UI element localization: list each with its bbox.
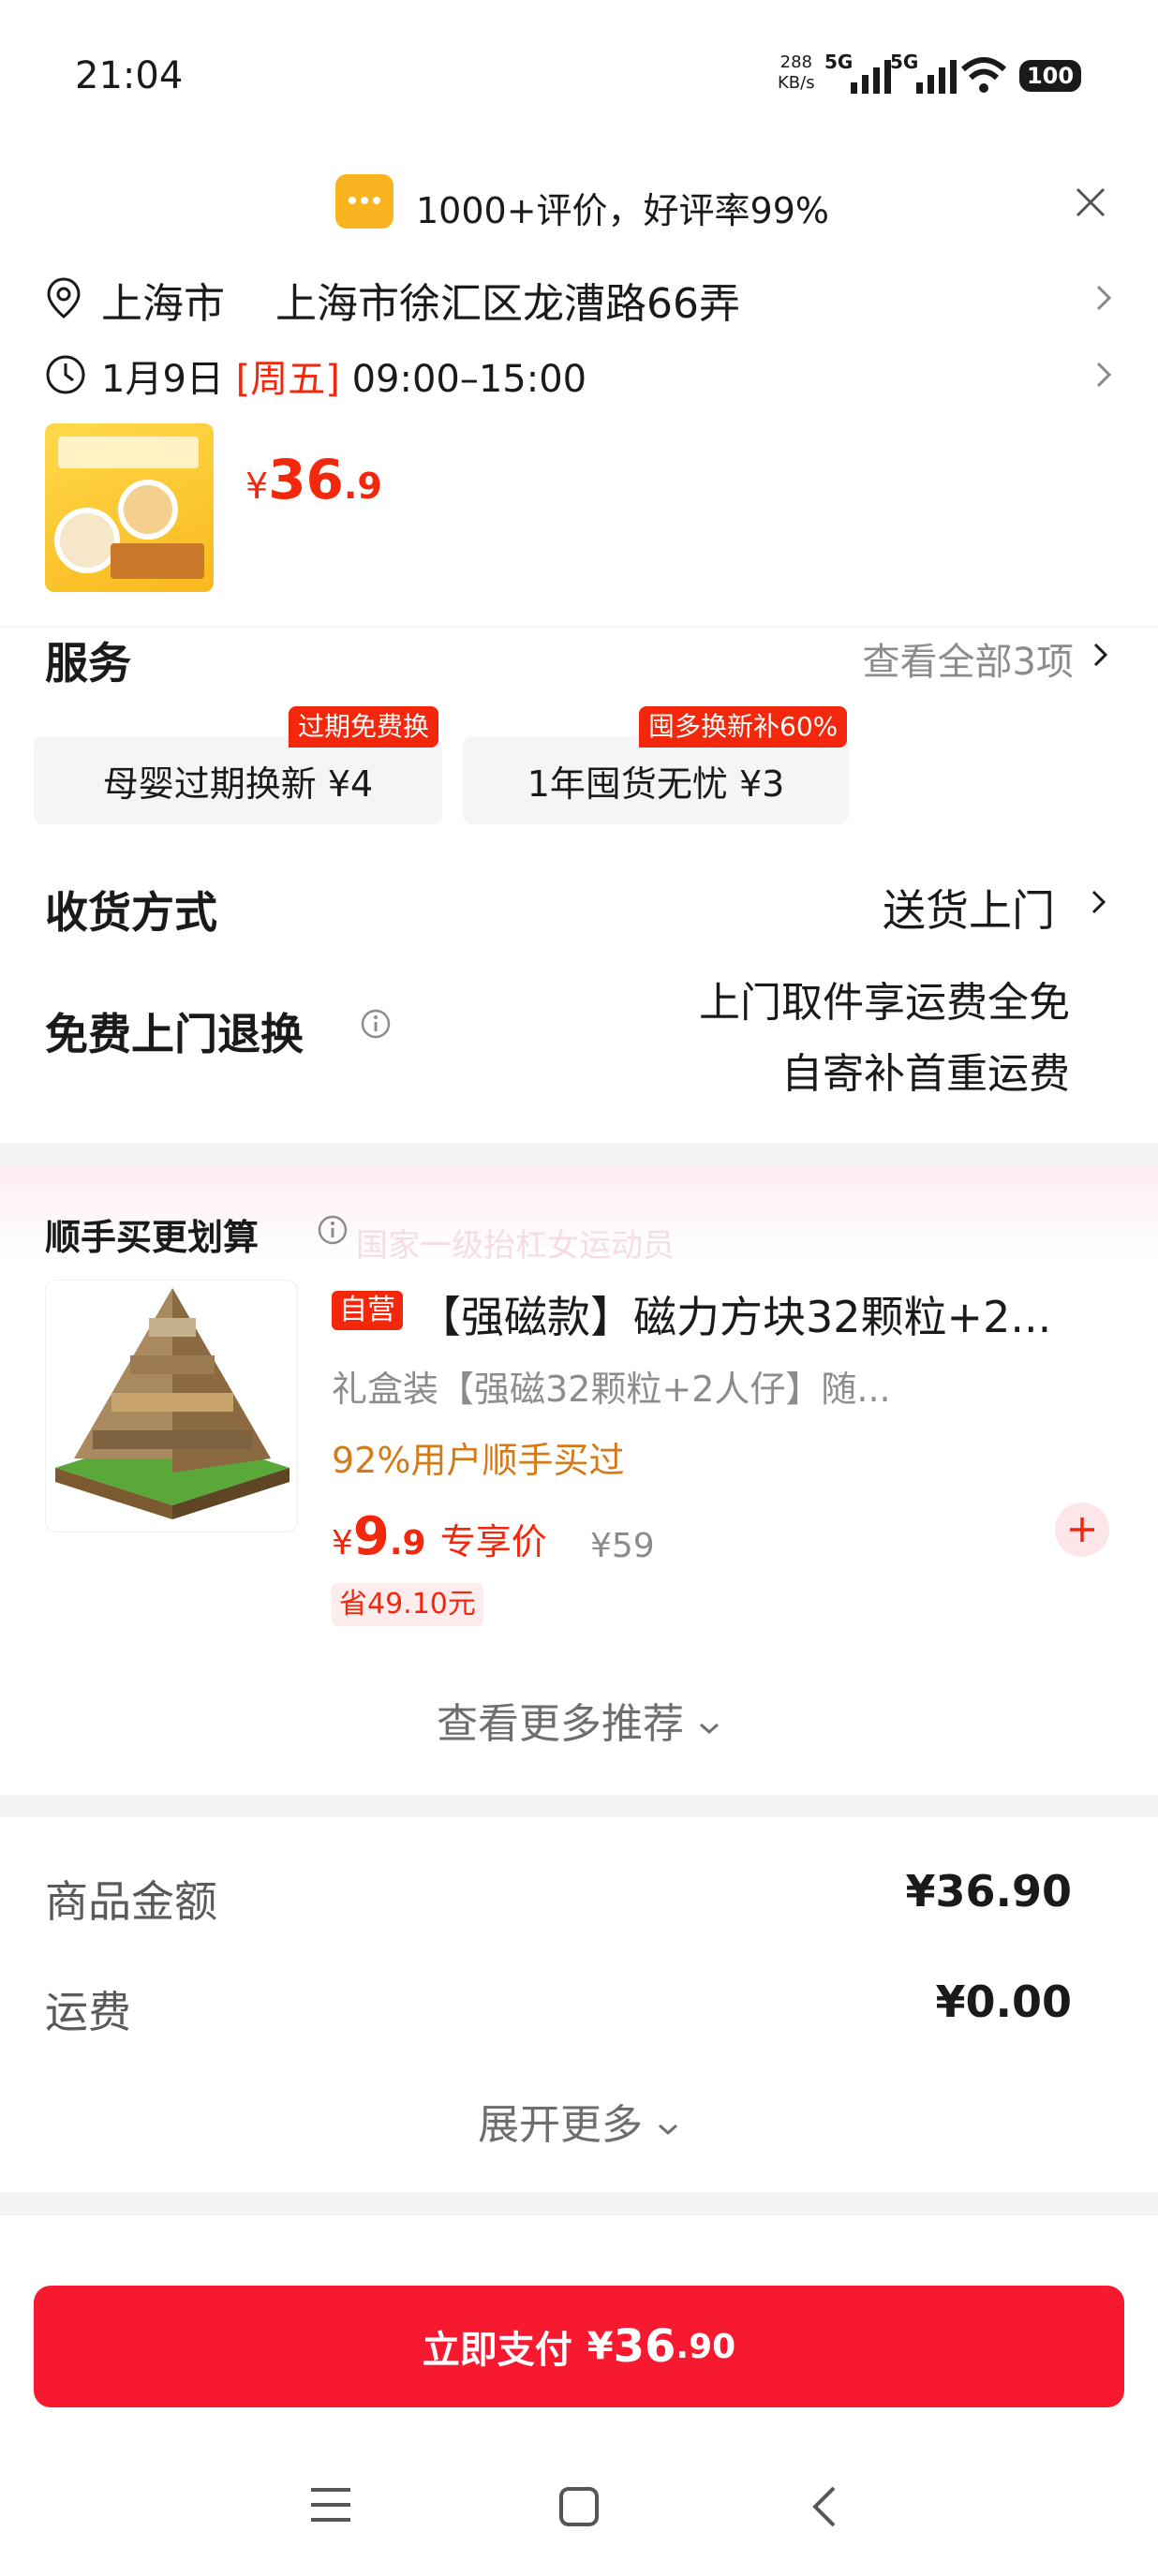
chevron-right-icon [1096, 285, 1112, 311]
close-icon[interactable] [1072, 184, 1109, 221]
recommend-product-desc: 礼盒装【强磁32颗粒+2人仔】随... [332, 1369, 891, 1410]
chevron-down-icon [659, 2124, 677, 2136]
home-icon[interactable] [558, 2486, 600, 2527]
product-price: ¥36.9 [245, 448, 382, 511]
rating-banner[interactable]: 1000+评价，好评率99% [0, 169, 1158, 244]
rating-text: 1000+评价，好评率99% [416, 190, 830, 231]
message-bubble-icon [335, 174, 393, 229]
recommend-save-badge: 省49.10元 [332, 1583, 483, 1626]
location-pin-icon [47, 277, 81, 318]
bottom-bar-bg [0, 2214, 1158, 2267]
section-divider [0, 1795, 1158, 1817]
product-image[interactable] [45, 423, 214, 592]
delivery-time: 1月9日 [周五] 09:00–15:00 [101, 358, 587, 401]
info-icon[interactable] [360, 1008, 392, 1040]
recommend-original-price: ¥59 [590, 1527, 655, 1565]
battery-indicator: 100 [1019, 60, 1081, 92]
pay-now-button[interactable]: 立即支付 ¥36.90 [34, 2286, 1124, 2407]
info-icon[interactable] [317, 1214, 349, 1246]
address-text: 上海市 上海市徐汇区龙漕路66弄 [101, 280, 740, 328]
chevron-right-icon [1091, 890, 1106, 914]
recommend-title: 顺手买更划算 [45, 1217, 260, 1258]
free-return-label: 免费上门退换 [45, 1009, 304, 1059]
recommend-price: ¥9.9 专享价 [332, 1506, 547, 1567]
service-card-expiry[interactable]: 母婴过期换新 ¥4 [34, 736, 442, 824]
add-button[interactable] [1055, 1503, 1109, 1557]
wifi-icon [960, 57, 1007, 93]
service-tag: 囤多换新补60% [639, 706, 848, 748]
system-nav-bar [0, 2435, 1158, 2576]
goods-amount-value: ¥36.90 [905, 1866, 1072, 1917]
service-card-stockup[interactable]: 1年囤货无忧 ¥3 [463, 736, 849, 824]
chevron-right-icon [1096, 362, 1112, 388]
watermark: 国家一级抬杠女运动员 [356, 1227, 675, 1265]
clock-icon [46, 355, 85, 394]
network-speed: 288 KB/s [778, 52, 815, 93]
shipping-value: ¥0.00 [935, 1976, 1072, 2027]
back-icon[interactable] [808, 2484, 841, 2529]
section-divider [0, 1143, 1158, 1167]
expand-more[interactable]: 展开更多 [0, 2091, 1158, 2151]
delivery-method-value[interactable]: 送货上门 [883, 877, 1055, 939]
service-title: 服务 [45, 638, 131, 688]
status-bar: 21:04 288 KB/s 5G 5G 100 [0, 0, 1158, 141]
service-tag: 过期免费换 [289, 706, 439, 748]
free-return-line2: 自寄补首重运费 [781, 1050, 1070, 1098]
plus-icon [1070, 1517, 1094, 1542]
recommend-product-name[interactable]: 【强磁款】磁力方块32颗粒+2... [418, 1283, 1051, 1345]
service-view-all[interactable]: 查看全部3项 [863, 631, 1108, 686]
chevron-right-icon [1093, 643, 1108, 667]
clock: 21:04 [75, 54, 184, 97]
view-more-recommend[interactable]: 查看更多推荐 [0, 1690, 1158, 1750]
delivery-method-label: 收货方式 [45, 887, 217, 938]
goods-amount-label: 商品金额 [45, 1876, 217, 1927]
recommend-product-image[interactable] [45, 1280, 298, 1532]
divider [0, 626, 1158, 628]
free-return-line1: 上门取件享运费全免 [699, 979, 1070, 1027]
section-divider [0, 2192, 1158, 2214]
recommend-bought-rate: 92%用户顺手买过 [332, 1440, 625, 1481]
menu-icon[interactable] [309, 2486, 352, 2524]
self-operated-badge: 自营 [332, 1291, 403, 1330]
shipping-label: 运费 [45, 1987, 131, 2037]
chevron-down-icon [700, 1723, 719, 1735]
